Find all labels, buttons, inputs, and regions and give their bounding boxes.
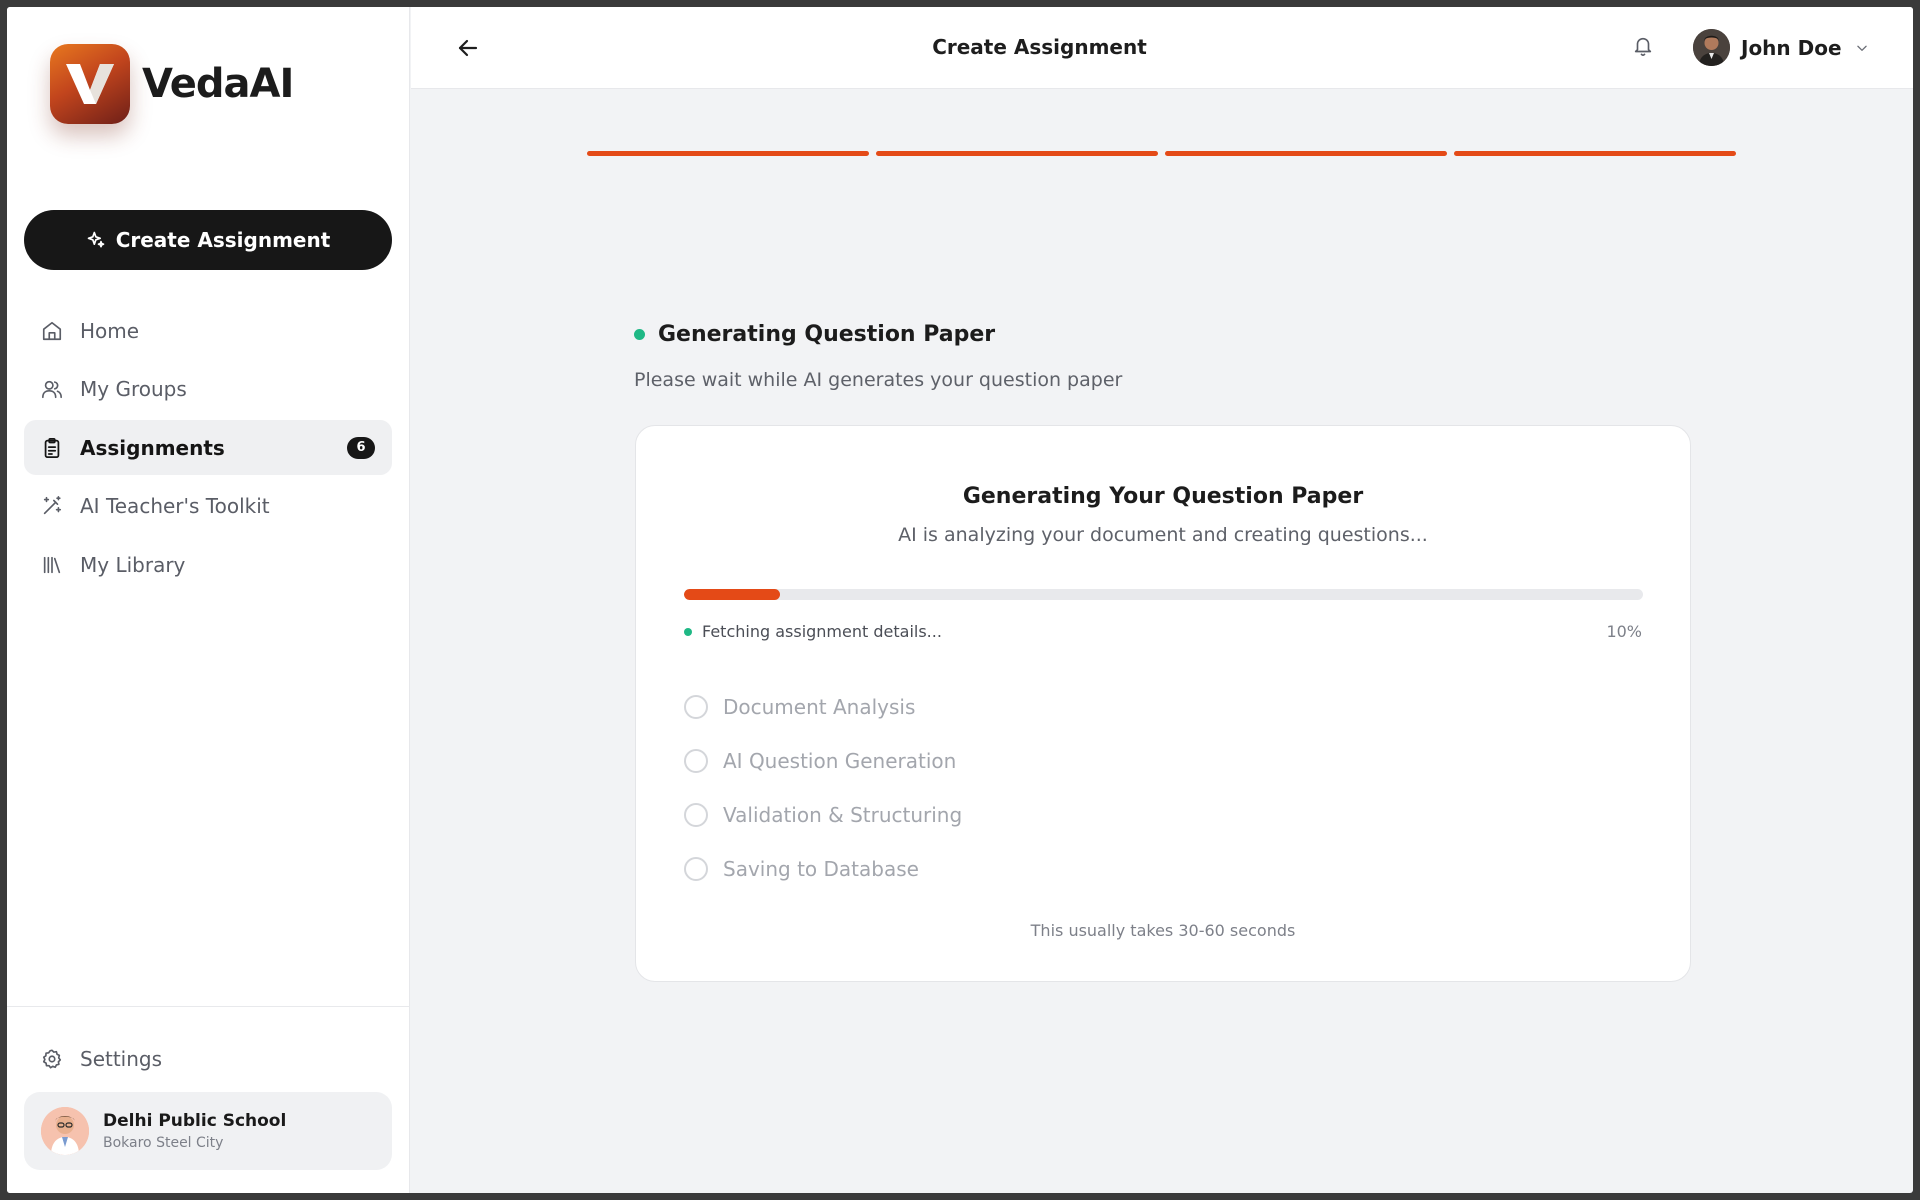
step-label: AI Question Generation [723, 749, 957, 773]
list-item: AI Question Generation [684, 734, 962, 788]
sparkle-icon [86, 230, 106, 250]
status-dot [634, 329, 645, 340]
brand-logo[interactable]: VedaAI [50, 44, 294, 124]
sidebar-nav: Home My Groups Assignments 6 AI Teacher'… [24, 303, 392, 596]
sidebar-divider [7, 1006, 410, 1007]
step-label: Validation & Structuring [723, 803, 963, 827]
generation-subtitle: Please wait while AI generates your ques… [634, 369, 1123, 391]
step-label: Saving to Database [723, 857, 919, 881]
user-menu[interactable]: John Doe [1693, 29, 1869, 66]
generation-title: Generating Question Paper [658, 322, 996, 347]
sidebar-item-label: My Groups [80, 377, 187, 401]
user-name: John Doe [1741, 35, 1842, 60]
card-title: Generating Your Question Paper [962, 484, 1364, 509]
sidebar-settings: Settings [24, 1031, 392, 1090]
pending-circle-icon [684, 749, 708, 773]
library-icon [41, 554, 63, 576]
logo-icon [50, 44, 130, 124]
progress-status-text: Fetching assignment details... [702, 622, 942, 641]
step-label: Document Analysis [723, 695, 916, 719]
sidebar-item-assignments[interactable]: Assignments 6 [24, 420, 392, 475]
estimate-note: This usually takes 30-60 seconds [1030, 921, 1296, 940]
pending-circle-icon [684, 803, 708, 827]
sidebar-item-label: Home [80, 318, 140, 343]
list-item: Validation & Structuring [684, 788, 962, 842]
sidebar-item-label: Assignments [80, 435, 225, 460]
school-profile-card[interactable]: Delhi Public School Bokaro Steel City [24, 1092, 392, 1170]
list-item: Document Analysis [684, 680, 962, 734]
progress-status: Fetching assignment details... [684, 622, 942, 641]
pending-circle-icon [684, 857, 708, 881]
sidebar-item-settings[interactable]: Settings [24, 1031, 392, 1086]
sidebar-item-ai-teachers-toolkit[interactable]: AI Teacher's Toolkit [24, 479, 392, 534]
stepper-segment [876, 151, 1158, 156]
generation-steps: Document Analysis AI Question Generation… [684, 680, 962, 896]
school-info: Delhi Public School Bokaro Steel City [103, 1111, 286, 1151]
notifications-button[interactable] [1632, 34, 1654, 58]
sidebar-item-label: Settings [80, 1046, 163, 1071]
sidebar-item-label: My Library [80, 552, 186, 577]
magic-wand-icon [41, 495, 63, 517]
sidebar-item-label: AI Teacher's Toolkit [80, 494, 270, 518]
home-icon [41, 320, 63, 342]
page-title: Create Assignment [932, 35, 1147, 59]
school-name: Delhi Public School [103, 1111, 287, 1131]
sidebar-item-my-library[interactable]: My Library [24, 537, 392, 592]
card-subtitle: AI is analyzing your document and creati… [898, 524, 1428, 546]
brand-name: VedaAI [142, 61, 294, 107]
progress-bar [684, 589, 1643, 600]
assignments-count-badge: 6 [347, 436, 375, 459]
top-bar: Create Assignment John Doe [411, 7, 1913, 89]
create-assignment-label: Create Assignment [115, 228, 331, 252]
progress-bar-fill [684, 589, 780, 600]
chevron-down-icon [1855, 41, 1869, 55]
stepper-segment [1165, 151, 1447, 156]
app-window: VedaAI Create Assignment Home My Groups … [7, 7, 1913, 1193]
stepper-segment [587, 151, 869, 156]
pending-circle-icon [684, 695, 708, 719]
clipboard-icon [41, 437, 63, 459]
sidebar-item-home[interactable]: Home [24, 303, 392, 358]
school-city: Bokaro Steel City [103, 1135, 224, 1151]
avatar [1693, 29, 1730, 66]
generation-heading: Generating Question Paper [634, 322, 995, 347]
progress-stepper [587, 151, 1736, 156]
school-avatar [41, 1107, 89, 1155]
generation-card: Generating Your Question Paper AI is ana… [635, 425, 1691, 982]
sidebar: VedaAI Create Assignment Home My Groups … [7, 7, 410, 1193]
sidebar-item-my-groups[interactable]: My Groups [24, 362, 392, 417]
status-dot [684, 627, 692, 636]
list-item: Saving to Database [684, 842, 962, 896]
users-icon [41, 378, 63, 400]
progress-percentage: 10% [1606, 622, 1642, 641]
create-assignment-button[interactable]: Create Assignment [24, 210, 392, 270]
bell-icon [1632, 34, 1654, 58]
stepper-segment [1454, 151, 1736, 156]
gear-icon [41, 1048, 63, 1070]
